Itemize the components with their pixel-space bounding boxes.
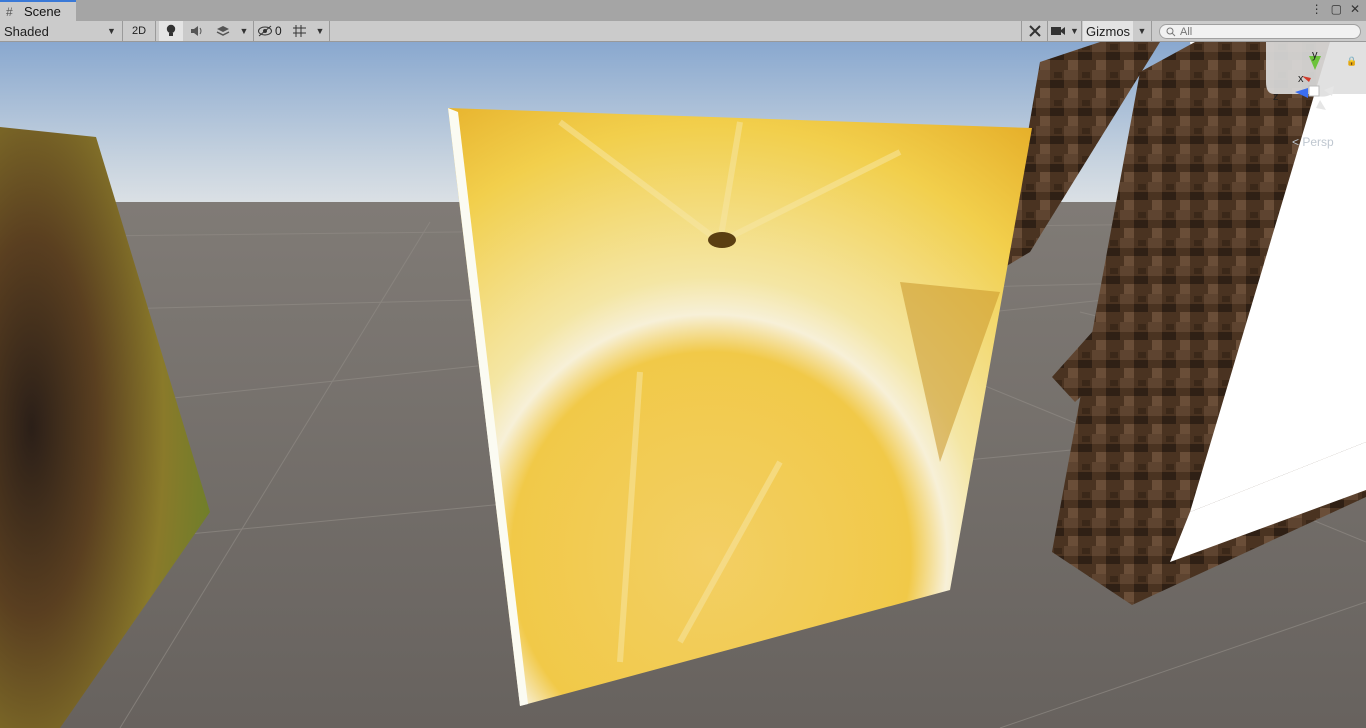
scene-render xyxy=(0,42,1366,728)
2d-label: 2D xyxy=(131,25,147,37)
hidden-objects-toggle[interactable]: 0 xyxy=(257,21,285,41)
audio-toggle-button[interactable] xyxy=(185,21,209,41)
chevron-down-icon: ▼ xyxy=(1137,26,1147,36)
tools-icon xyxy=(1029,25,1041,37)
divider xyxy=(329,21,330,41)
close-icon[interactable]: ✕ xyxy=(1350,2,1360,16)
gizmos-button[interactable]: Gizmos xyxy=(1083,21,1133,41)
chevron-down-icon: ▼ xyxy=(239,26,249,36)
camera-settings-button[interactable]: ▼ xyxy=(1050,21,1080,41)
chevron-down-icon: ▼ xyxy=(1070,26,1079,36)
scene-tab-label: Scene xyxy=(24,4,61,19)
divider xyxy=(122,21,123,41)
grid-dropdown[interactable]: ▼ xyxy=(313,21,327,41)
layers-icon xyxy=(216,26,230,36)
2d-toggle-button[interactable]: 2D xyxy=(127,21,151,41)
y-axis-label: y xyxy=(1312,49,1318,61)
projection-toggle[interactable]: < Persp xyxy=(1292,135,1334,149)
lock-icon[interactable]: 🔒 xyxy=(1346,56,1357,66)
speaker-icon xyxy=(191,26,202,36)
lightbulb-icon xyxy=(166,24,176,36)
divider xyxy=(1047,21,1048,41)
gizmos-label: Gizmos xyxy=(1086,23,1131,39)
tab-bar: # Scene ⋮ ▢ ✕ xyxy=(0,0,1366,21)
chevron-down-icon: ▼ xyxy=(107,26,116,36)
maximize-icon[interactable]: ▢ xyxy=(1331,2,1342,16)
x-axis-label: x xyxy=(1298,73,1304,85)
divider xyxy=(1021,21,1022,41)
tools-button[interactable] xyxy=(1024,21,1046,41)
divider xyxy=(253,21,254,41)
divider xyxy=(1151,21,1152,41)
eye-hidden-icon xyxy=(258,25,272,37)
effects-toggle-button[interactable] xyxy=(211,21,235,41)
camera-icon xyxy=(1051,27,1065,35)
scene-toolbar: Shaded ▼ 2D ▼ 0 ▼ ▼ Gizmos ▼ All xyxy=(0,21,1366,42)
window-buttons: ⋮ ▢ ✕ xyxy=(1311,2,1360,16)
divider xyxy=(155,21,156,41)
draw-mode-dropdown[interactable]: Shaded ▼ xyxy=(0,21,121,41)
grid-icon: # xyxy=(6,4,13,19)
effects-dropdown[interactable]: ▼ xyxy=(237,21,251,41)
gizmos-dropdown[interactable]: ▼ xyxy=(1134,21,1150,41)
scene-viewport[interactable]: y x z 🔒 < Persp xyxy=(0,42,1366,728)
search-input[interactable] xyxy=(1180,25,1350,38)
scene-tab[interactable]: # Scene xyxy=(0,0,76,21)
search-icon xyxy=(1166,27,1176,36)
divider xyxy=(1081,21,1082,41)
grid-toggle-button[interactable] xyxy=(289,21,311,41)
hidden-count: 0 xyxy=(275,24,282,38)
grid-icon xyxy=(293,25,306,37)
more-options-icon[interactable]: ⋮ xyxy=(1311,2,1323,16)
lighting-toggle-button[interactable] xyxy=(159,21,183,41)
search-field[interactable] xyxy=(1159,24,1361,39)
draw-mode-label: Shaded xyxy=(4,23,49,39)
chevron-down-icon: ▼ xyxy=(315,26,325,36)
z-axis-label: z xyxy=(1273,91,1279,103)
